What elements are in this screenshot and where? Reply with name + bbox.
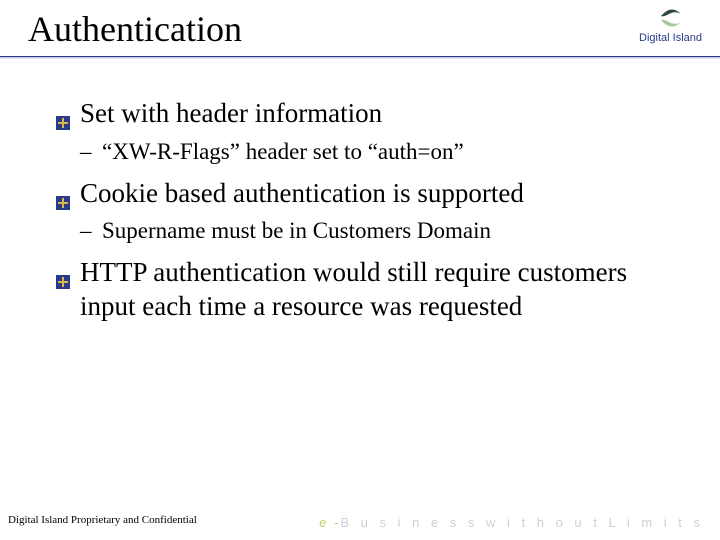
slide-title: Authentication [28, 8, 700, 50]
sub-bullet-2-1: Supername must be in Customers Domain [80, 216, 680, 246]
confidential-footer: Digital Island Proprietary and Confident… [8, 514, 197, 526]
bullet-text: Cookie based authentication is supported [80, 178, 524, 208]
logo-word-1: Digital [639, 32, 670, 44]
tagline-em: e - [319, 515, 340, 530]
slide-header: Authentication Digital Island [0, 0, 720, 59]
bullet-1: Set with header information [56, 97, 680, 131]
company-logo: Digital Island [639, 6, 702, 44]
bullet-text: HTTP authentication would still require … [80, 257, 627, 321]
plus-bullet-icon [56, 264, 70, 278]
bullet-3: HTTP authentication would still require … [56, 256, 680, 324]
tagline-rest: B u s i n e s s w i t h o u t L i m i t … [340, 515, 704, 530]
swirl-icon [657, 6, 685, 30]
bullet-2: Cookie based authentication is supported [56, 177, 680, 211]
tagline-footer: e -B u s i n e s s w i t h o u t L i m i… [319, 515, 704, 530]
plus-bullet-icon [56, 185, 70, 199]
plus-bullet-icon [56, 105, 70, 119]
logo-word-2: Island [673, 32, 702, 44]
header-rule [0, 56, 720, 59]
bullet-text: Set with header information [80, 98, 382, 128]
slide-body: Set with header information “XW-R-Flags”… [0, 59, 720, 324]
logo-text: Digital Island [639, 32, 702, 44]
sub-bullet-1-1: “XW-R-Flags” header set to “auth=on” [80, 137, 680, 167]
